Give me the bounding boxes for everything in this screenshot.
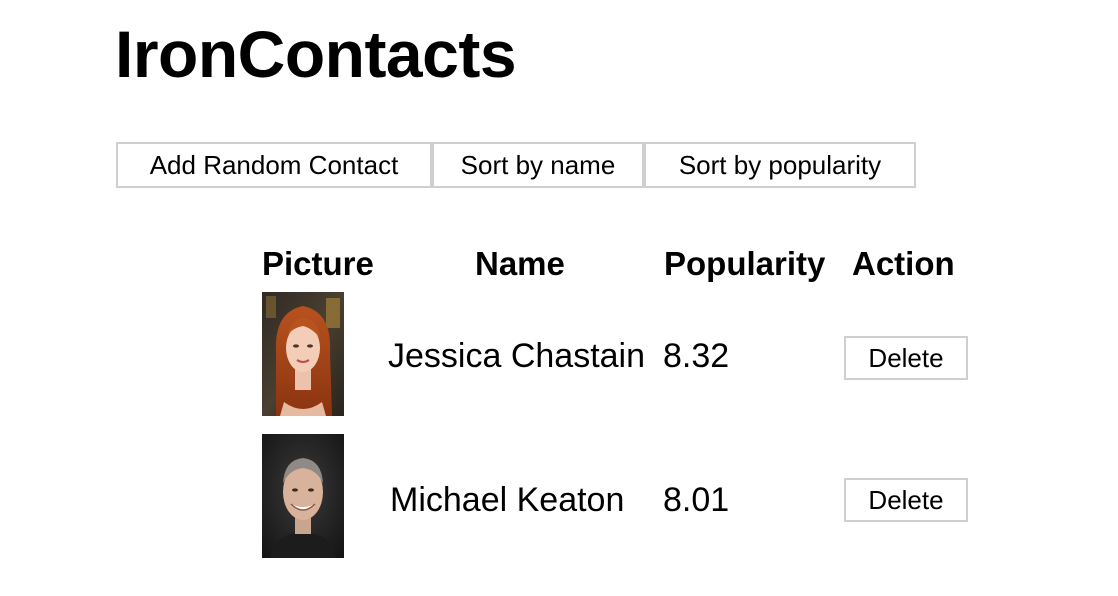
column-header-action: Action xyxy=(852,245,955,282)
column-header-popularity: Popularity xyxy=(664,245,826,282)
contact-popularity: 8.01 xyxy=(663,481,730,519)
contact-name: Jessica Chastain xyxy=(388,337,646,375)
sort-by-name-button[interactable]: Sort by name xyxy=(432,142,644,188)
sort-by-popularity-button[interactable]: Sort by popularity xyxy=(644,142,916,188)
contact-popularity: 8.32 xyxy=(663,337,730,375)
toolbar: Add Random Contact Sort by name Sort by … xyxy=(116,142,916,188)
contact-photo xyxy=(262,434,344,558)
app-root: IronContacts Add Random Contact Sort by … xyxy=(0,0,1118,596)
contact-name: Michael Keaton xyxy=(390,481,625,519)
column-header-picture: Picture xyxy=(262,245,374,282)
contact-photo xyxy=(262,292,344,416)
delete-button[interactable]: Delete xyxy=(844,478,968,522)
table-row: Michael Keaton 8.01 Delete xyxy=(0,434,1118,558)
table-row: Jessica Chastain 8.32 Delete xyxy=(0,292,1118,416)
column-header-name: Name xyxy=(475,245,565,282)
page-title: IronContacts xyxy=(115,17,517,91)
add-random-contact-button[interactable]: Add Random Contact xyxy=(116,142,432,188)
delete-button[interactable]: Delete xyxy=(844,336,968,380)
